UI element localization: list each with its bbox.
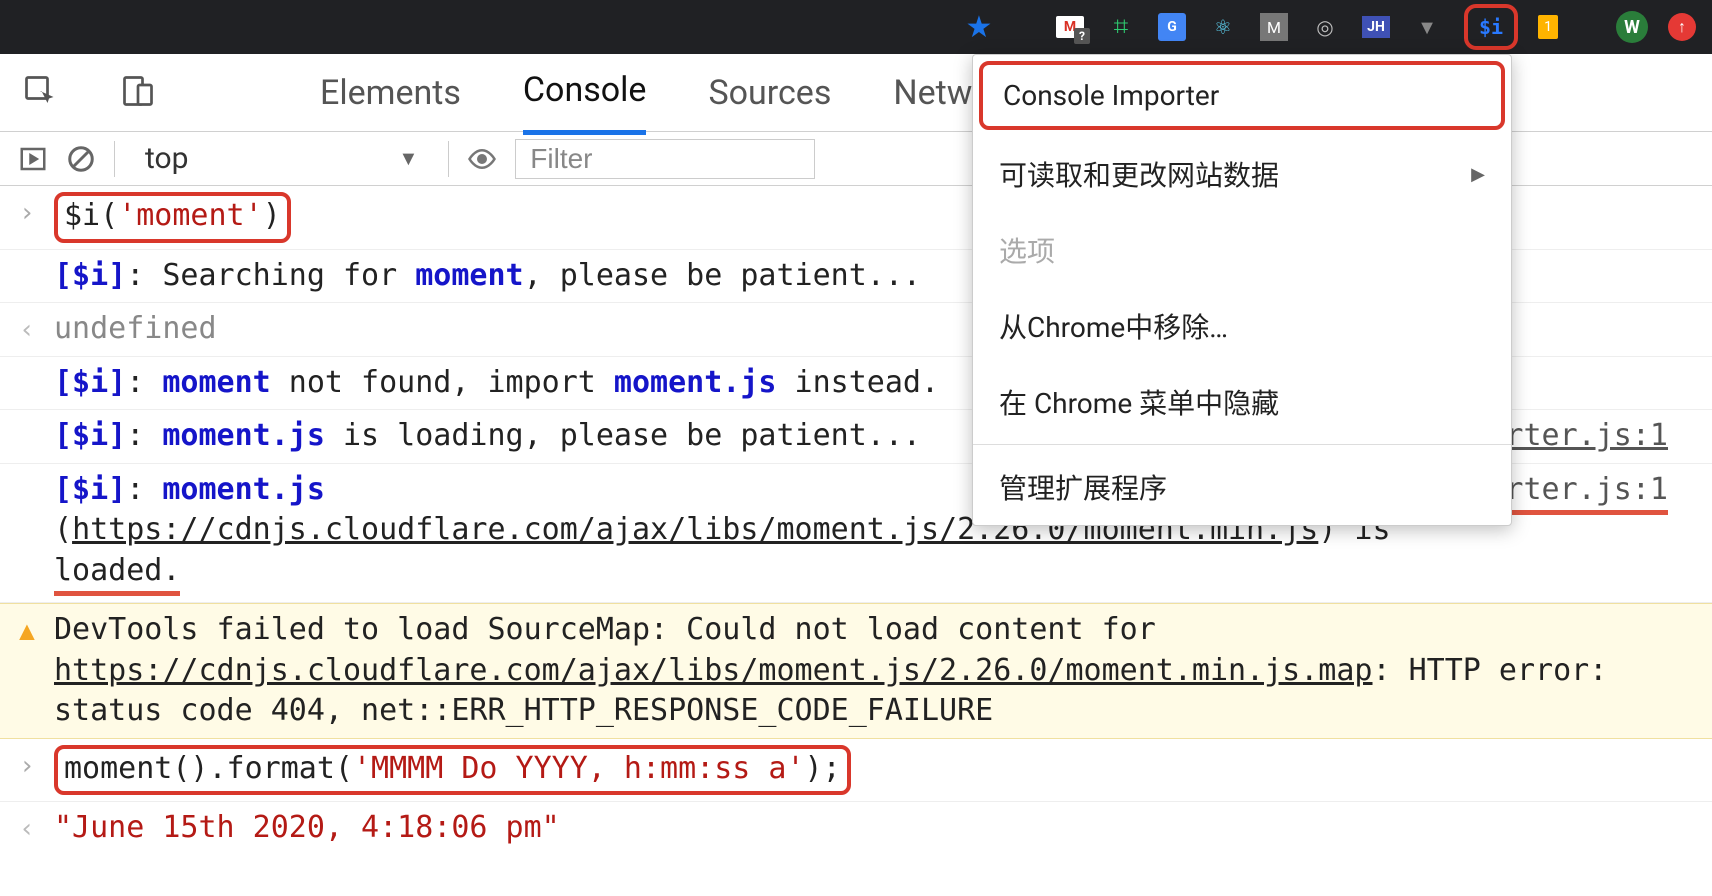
jh-ext-icon[interactable]: JH <box>1362 16 1390 38</box>
vue-ext-icon[interactable]: ▼ <box>1410 10 1444 44</box>
star-icon[interactable]: ★ <box>962 10 996 44</box>
prompt-icon: › <box>0 745 54 784</box>
clear-console-icon[interactable] <box>66 144 96 174</box>
warning-icon: ▲ <box>0 610 54 649</box>
chevron-right-icon: ▶ <box>1471 164 1485 185</box>
ext-menu-site-access[interactable]: 可读取和更改网站数据▶ <box>973 136 1511 212</box>
react-ext-icon[interactable]: ⚛ <box>1206 10 1240 44</box>
live-expression-icon[interactable] <box>467 144 497 174</box>
console-warning-row: ▲ DevTools failed to load SourceMap: Cou… <box>0 603 1712 739</box>
console-input-row: › moment().format('MMMM Do YYYY, h:mm:ss… <box>0 739 1712 803</box>
m-ext-icon[interactable]: M <box>1260 13 1288 41</box>
grid-ext-icon[interactable]: ⌗ <box>1104 10 1138 44</box>
profile-avatar[interactable]: W <box>1616 11 1648 43</box>
filter-input[interactable] <box>515 139 815 179</box>
prompt-icon: › <box>0 192 54 231</box>
inspect-icon[interactable] <box>22 73 58 113</box>
highlight-box: $i('moment') <box>54 192 291 243</box>
gmail-ext-icon[interactable]: M? <box>1056 16 1084 38</box>
extension-context-menu: Console Importer 可读取和更改网站数据▶ 选项 从Chrome中… <box>972 54 1512 526</box>
tab-elements[interactable]: Elements <box>320 53 461 133</box>
ext-menu-remove[interactable]: 从Chrome中移除… <box>973 288 1511 364</box>
sourcemap-url-link[interactable]: https://cdnjs.cloudflare.com/ajax/libs/m… <box>54 653 1373 688</box>
console-importer-ext-icon[interactable]: $i <box>1464 4 1518 50</box>
tab-console[interactable]: Console <box>523 50 647 135</box>
notification-badge[interactable]: 1 <box>1538 15 1558 39</box>
target-ext-icon[interactable]: ◎ <box>1308 10 1342 44</box>
update-icon[interactable]: ↑ <box>1668 13 1696 41</box>
ext-menu-manage[interactable]: 管理扩展程序 <box>973 449 1511 525</box>
google-translate-ext-icon[interactable]: G <box>1158 13 1186 41</box>
chevron-down-icon: ▼ <box>398 146 418 171</box>
highlight-box: moment().format('MMMM Do YYYY, h:mm:ss a… <box>54 745 851 796</box>
ext-menu-title[interactable]: Console Importer <box>979 61 1505 130</box>
toolbar-separator <box>448 141 449 177</box>
device-toggle-icon[interactable] <box>120 73 156 113</box>
return-icon: ‹ <box>0 309 54 348</box>
ext-menu-options: 选项 <box>973 212 1511 288</box>
console-sidebar-toggle-icon[interactable] <box>18 144 48 174</box>
tab-sources[interactable]: Sources <box>708 53 831 133</box>
menu-separator <box>973 444 1511 445</box>
return-icon: ‹ <box>0 808 54 847</box>
console-return-row: ‹ "June 15th 2020, 4:18:06 pm" <box>0 802 1712 855</box>
toolbar-separator <box>114 141 115 177</box>
browser-toolbar: ★ M? ⌗ G ⚛ M ◎ JH ▼ $i 1 W ↑ <box>0 0 1712 54</box>
ext-menu-hide[interactable]: 在 Chrome 菜单中隐藏 <box>973 364 1511 440</box>
execution-context-select[interactable]: top ▼ <box>133 141 430 176</box>
